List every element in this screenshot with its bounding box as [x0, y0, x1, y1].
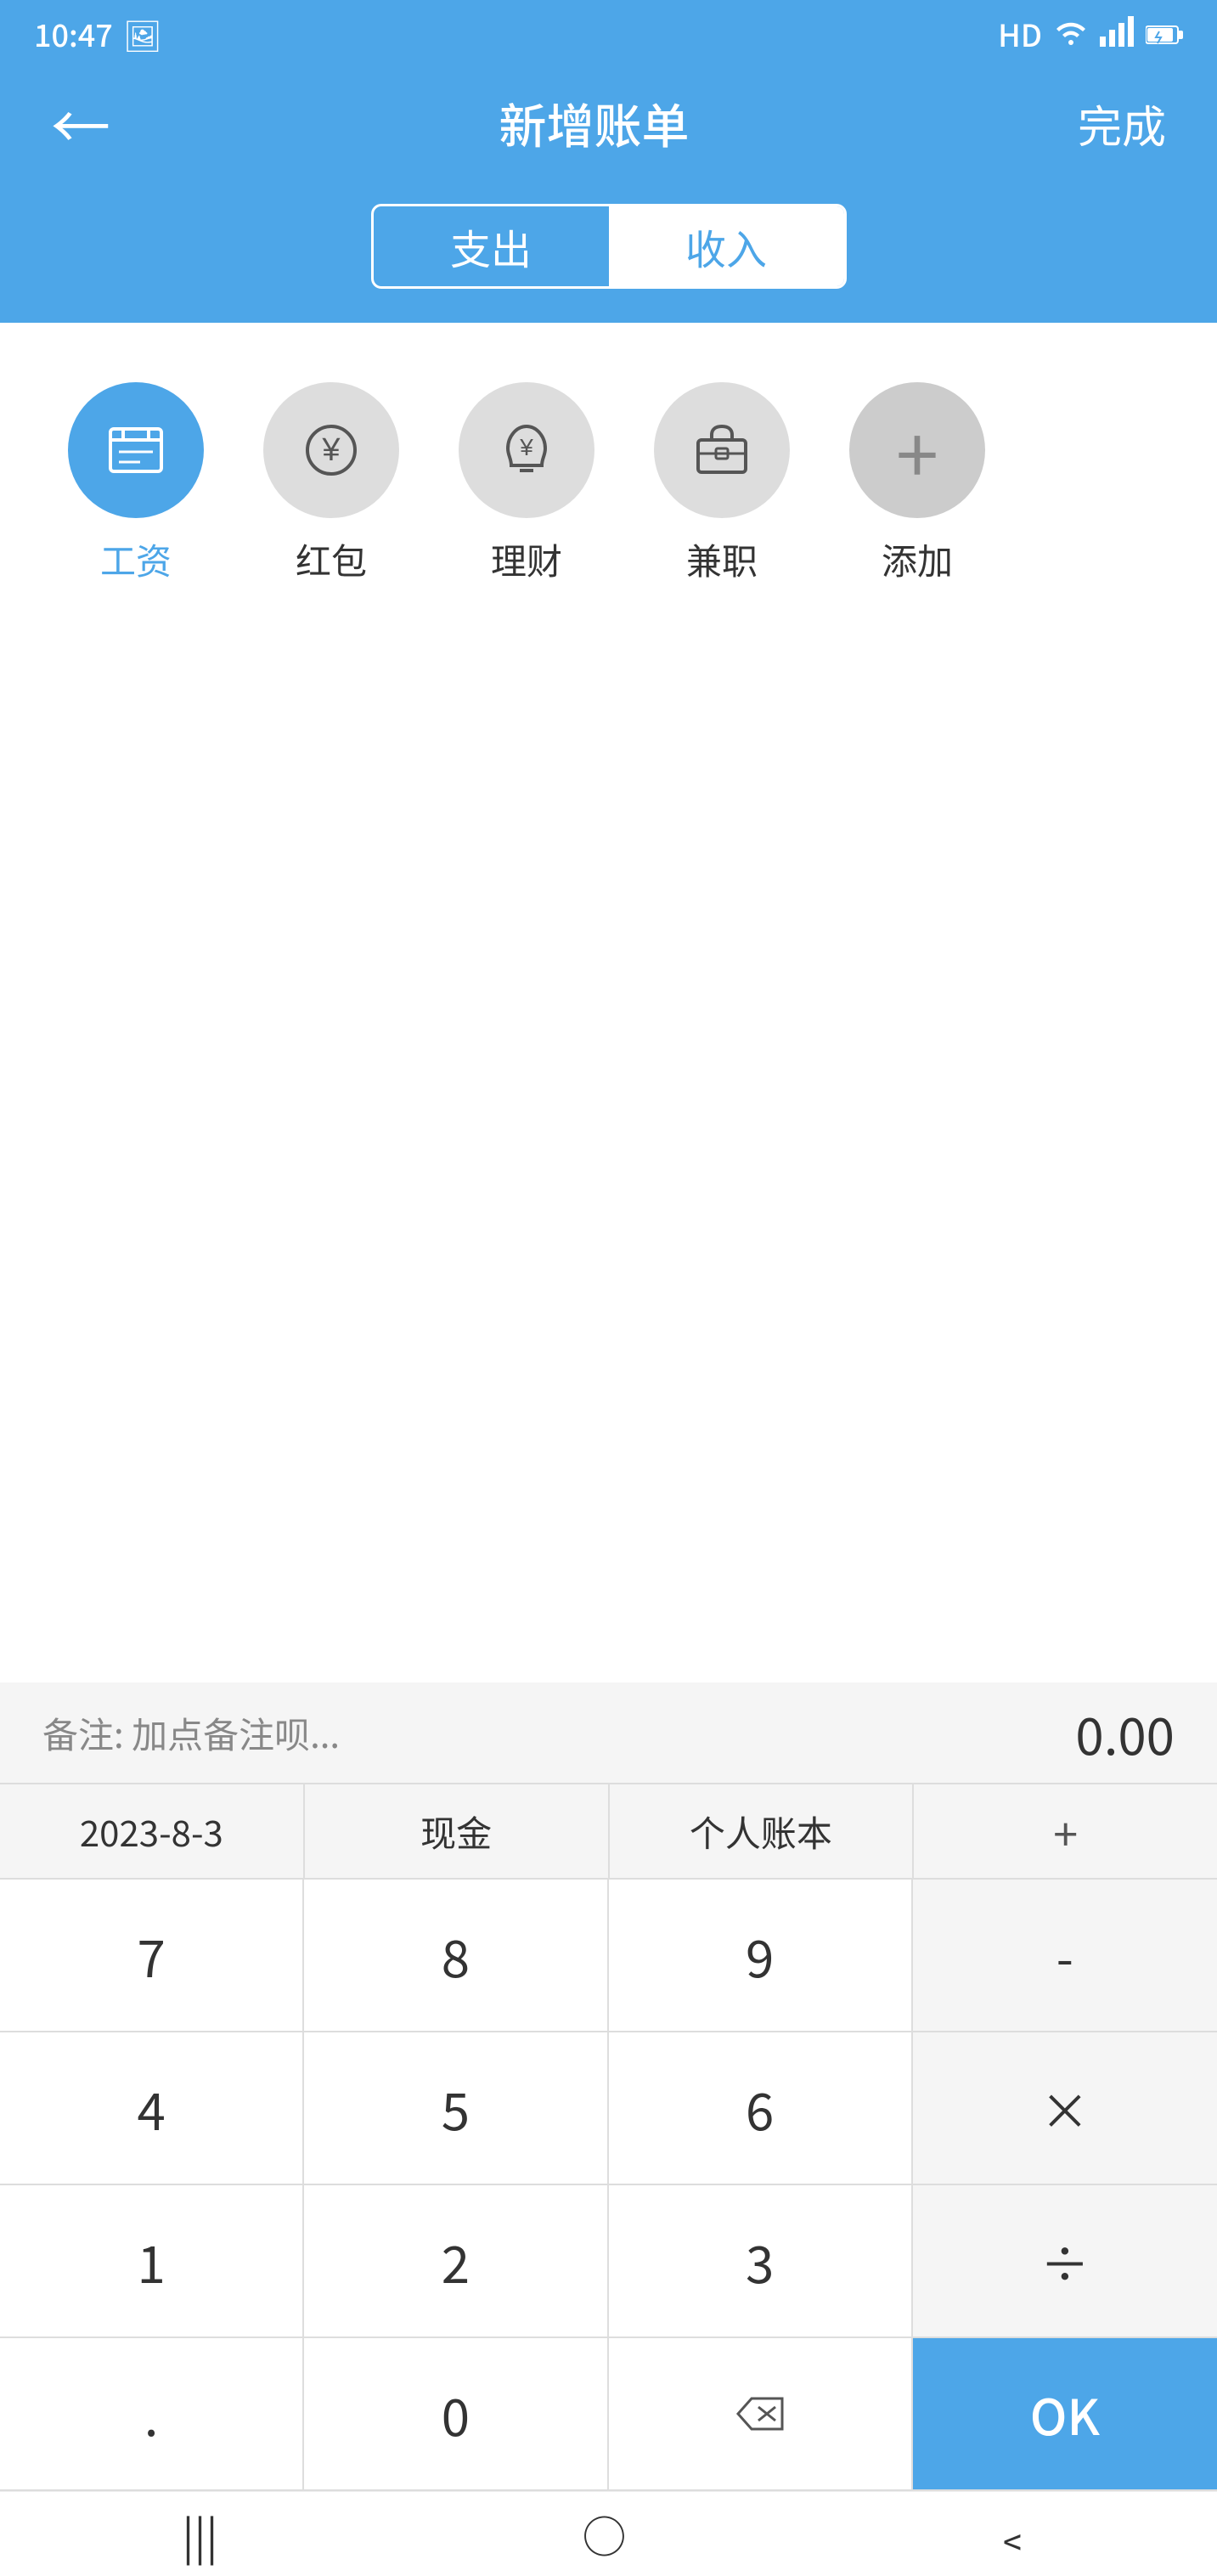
nav-menu-button[interactable]: |||: [182, 2502, 217, 2566]
operator-plus-btn[interactable]: +: [914, 1784, 1217, 1878]
key-0[interactable]: 0: [304, 2338, 608, 2491]
category-salary[interactable]: 工资: [51, 382, 221, 585]
key-dot[interactable]: .: [0, 2338, 304, 2491]
status-time: 10:47: [34, 12, 113, 56]
notes-label: 备注: 加点备注呗...: [42, 1707, 340, 1759]
key-divide[interactable]: ÷: [913, 2185, 1217, 2338]
nav-bar: ||| ○ ﹤: [0, 2491, 1217, 2576]
keypad-header: 2023-8-3 现金 个人账本 +: [0, 1784, 1217, 1880]
category-parttime[interactable]: 兼职: [637, 382, 807, 585]
key-backspace[interactable]: [609, 2338, 913, 2491]
category-finance[interactable]: ¥ 理财: [442, 382, 611, 585]
done-button[interactable]: 完成: [1078, 92, 1166, 155]
key-ok[interactable]: OK: [913, 2338, 1217, 2491]
status-bar: 10:47 🖼 HD: [0, 0, 1217, 68]
key-5[interactable]: 5: [304, 2032, 608, 2185]
key-multiply[interactable]: ×: [913, 2032, 1217, 2185]
key-4[interactable]: 4: [0, 2032, 304, 2185]
image-icon: 🖼: [123, 12, 162, 56]
app-header: ← 新增账单 完成: [0, 68, 1217, 178]
hongbao-icon: ¥: [263, 382, 399, 518]
salary-label: 工资: [100, 533, 172, 585]
key-3[interactable]: 3: [609, 2185, 913, 2338]
svg-text:¥: ¥: [321, 432, 341, 468]
back-button[interactable]: ←: [51, 81, 110, 166]
svg-text:¥: ¥: [519, 434, 533, 460]
key-7[interactable]: 7: [0, 1880, 304, 2032]
key-6[interactable]: 6: [609, 2032, 913, 2185]
account-cell[interactable]: 个人账本: [610, 1784, 915, 1878]
key-2[interactable]: 2: [304, 2185, 608, 2338]
date-cell[interactable]: 2023-8-3: [0, 1784, 305, 1878]
hd-label: HD: [998, 12, 1042, 56]
hongbao-label: 红包: [296, 533, 367, 585]
battery-icon: [1146, 12, 1183, 56]
notes-row: 备注: 加点备注呗... 0.00: [0, 1683, 1217, 1784]
add-label: 添加: [882, 533, 953, 585]
finance-label: 理财: [491, 533, 562, 585]
tab-expense[interactable]: 支出: [374, 206, 609, 286]
salary-icon: [68, 382, 204, 518]
category-hongbao[interactable]: ¥ 红包: [246, 382, 416, 585]
wifi-icon: [1054, 12, 1088, 56]
keypad-grid: 7 8 9 - 4 5 6 × 1 2 3 ÷ . 0 OK: [0, 1880, 1217, 2491]
status-left: 10:47 🖼: [34, 12, 162, 56]
key-1[interactable]: 1: [0, 2185, 304, 2338]
page-title: 新增账单: [499, 89, 689, 158]
key-9[interactable]: 9: [609, 1880, 913, 2032]
category-grid: 工资 ¥ 红包 ¥ 理财: [51, 365, 1166, 602]
key-8[interactable]: 8: [304, 1880, 608, 2032]
signal-icon: [1100, 12, 1134, 56]
tab-income[interactable]: 收入: [609, 206, 844, 286]
tab-group: 支出 收入: [371, 204, 847, 289]
bottom-panel: 备注: 加点备注呗... 0.00 2023-8-3 现金 个人账本 + 7 8…: [0, 1683, 1217, 2491]
parttime-icon: [654, 382, 790, 518]
finance-icon: ¥: [459, 382, 594, 518]
add-icon: +: [849, 382, 985, 518]
add-category[interactable]: + 添加: [832, 382, 1002, 585]
key-minus[interactable]: -: [913, 1880, 1217, 2032]
status-right: HD: [998, 12, 1183, 56]
cash-cell[interactable]: 现金: [305, 1784, 610, 1878]
nav-back-button[interactable]: ﹤: [990, 2502, 1034, 2566]
amount-display: 0.00: [1075, 1696, 1175, 1770]
parttime-label: 兼职: [686, 533, 758, 585]
main-content: 工资 ¥ 红包 ¥ 理财: [0, 323, 1217, 602]
tab-bar: 支出 收入: [0, 178, 1217, 323]
nav-home-button[interactable]: ○: [583, 2502, 627, 2566]
